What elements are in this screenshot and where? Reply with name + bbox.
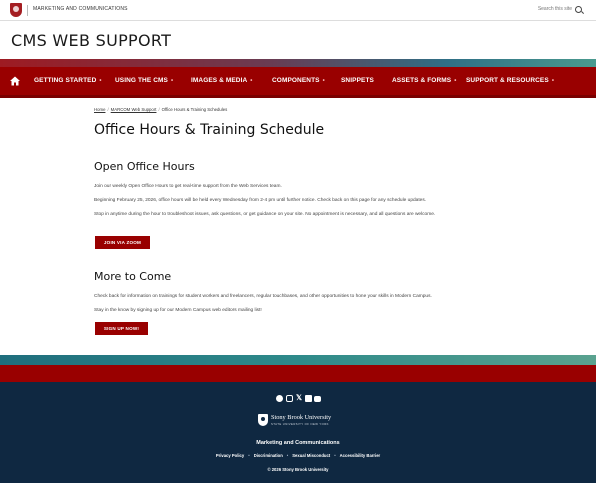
department-link[interactable]: MARKETING AND COMMUNICATIONS	[33, 6, 128, 12]
university-seal-icon[interactable]	[10, 3, 22, 17]
x-icon[interactable]: 𝕏	[296, 394, 302, 402]
sign-up-button[interactable]: SIGN UP NOW!	[95, 322, 148, 335]
join-via-zoom-button[interactable]: JOIN VIA ZOOM	[95, 236, 150, 249]
page-title: Office Hours & Training Schedule	[94, 122, 325, 138]
breadcrumb-current: Office Hours & Training Schedules	[161, 107, 228, 112]
dropdown-icon: •	[322, 78, 325, 84]
nav-item-getting-started[interactable]: GETTING STARTED •	[34, 77, 102, 84]
search-icon[interactable]	[575, 6, 582, 13]
university-logo-icon[interactable]	[258, 414, 268, 426]
site-title[interactable]: CMS WEB SUPPORT	[11, 31, 171, 50]
utility-bar: MARKETING AND COMMUNICATIONS Search this…	[0, 0, 596, 21]
footer-red-band	[0, 365, 596, 382]
footer-gradient-band	[0, 355, 596, 365]
nav-item-components[interactable]: COMPONENTS •	[272, 77, 325, 84]
breadcrumb: Home / MARCOM Web Support / Office Hours & T…	[94, 107, 228, 112]
youtube-icon[interactable]	[314, 396, 321, 402]
dropdown-icon: •	[250, 78, 253, 84]
privacy-policy-link[interactable]: Privacy Policy	[216, 453, 244, 458]
main-navigation: GETTING STARTED • USING THE CMS • IMAGES &…	[0, 67, 596, 95]
paragraph: Join our weekly Open Office Hours to get…	[94, 184, 282, 189]
paragraph: Stay in the know by signing up for our M…	[94, 308, 262, 313]
dropdown-icon: •	[99, 78, 102, 84]
accessibility-barrier-link[interactable]: Accessibility Barrier	[340, 453, 381, 458]
section-heading-more-to-come: More to Come	[94, 270, 172, 283]
dropdown-icon: •	[454, 78, 457, 84]
footer-department[interactable]: Marketing and Communications	[0, 440, 596, 446]
footer-links: Privacy Policy • Discrimination • Sexual Mis…	[215, 453, 381, 458]
utility-divider	[27, 5, 28, 16]
dropdown-icon: •	[551, 78, 555, 84]
discrimination-link[interactable]: Discrimination	[254, 453, 283, 458]
facebook-icon[interactable]	[276, 395, 283, 402]
instagram-icon[interactable]	[286, 395, 293, 402]
nav-underline	[0, 95, 596, 98]
nav-item-snippets[interactable]: SNIPPETS	[341, 77, 374, 84]
paragraph: Beginning February 25, 2026, office hour…	[94, 198, 427, 203]
paragraph: Check back for information on trainings …	[94, 294, 432, 299]
nav-item-images-media[interactable]: IMAGES & MEDIA •	[191, 77, 253, 84]
search-input[interactable]: Search this site	[538, 6, 572, 12]
copyright: © 2026 Stony Brook University	[267, 467, 329, 472]
nav-item-support-resources[interactable]: SUPPORT & RESOURCES •	[466, 77, 554, 84]
breadcrumb-marcom[interactable]: MARCOM Web Support	[111, 107, 157, 112]
linkedin-icon[interactable]	[305, 395, 312, 402]
breadcrumb-home[interactable]: Home	[94, 107, 105, 112]
section-heading-office-hours: Open Office Hours	[94, 160, 195, 173]
nav-item-assets-forms[interactable]: ASSETS & FORMS •	[392, 77, 456, 84]
logo-subtitle: State University of New York	[271, 422, 329, 426]
dropdown-icon: •	[170, 78, 174, 84]
home-icon[interactable]	[10, 76, 20, 86]
nav-item-using-the-cms[interactable]: USING THE CMS •	[115, 77, 173, 84]
logo-name[interactable]: Stony Brook University	[271, 414, 331, 421]
sexual-misconduct-link[interactable]: Sexual Misconduct	[292, 453, 330, 458]
paragraph: Stop in anytime during the hour to troub…	[94, 212, 436, 217]
gradient-band	[0, 59, 596, 67]
